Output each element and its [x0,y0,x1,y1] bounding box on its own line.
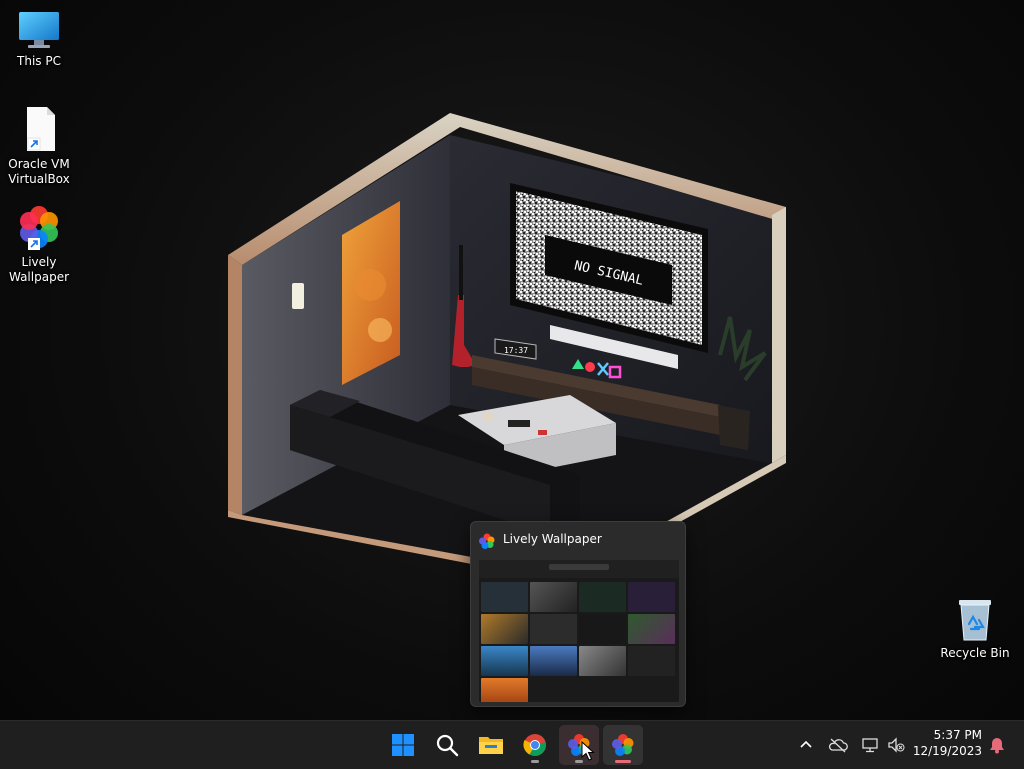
desktop-icon-lively-wallpaper[interactable]: Lively Wallpaper [3,205,75,285]
search-button[interactable] [427,725,467,765]
show-hidden-icons-button[interactable] [794,733,818,757]
taskbar [0,720,1024,769]
lively-wallpaper-icon [479,533,495,549]
clock-date: 12/19/2023 [912,744,982,758]
lively-wallpaper-taskbar-button[interactable] [559,725,599,765]
network-button[interactable] [858,733,882,757]
wallpaper-room-illustration: NO SIGNAL 17:37 [228,113,786,575]
taskbar-clock[interactable]: 5:37 PM 12/19/2023 [912,727,982,759]
clock-time: 5:37 PM [933,728,982,742]
shortcut-file-icon [27,107,55,151]
running-indicator [531,760,539,763]
volume-button[interactable] [884,733,908,757]
onedrive-icon [828,738,848,753]
desktop-icon-label: Recycle Bin [940,646,1010,660]
lively-wallpaper-icon [612,734,634,756]
start-button[interactable] [383,725,423,765]
desktop-icon-label: This PC [17,54,61,68]
file-explorer-icon [479,737,503,754]
chrome-button[interactable] [515,725,555,765]
chrome-icon [523,734,546,756]
preview-window-screenshot[interactable] [479,560,679,702]
notification-bell-icon [990,738,1004,754]
start-icon [392,734,414,756]
lively-wallpaper-icon [20,206,58,250]
onedrive-button[interactable] [826,733,850,757]
active-indicator [615,760,631,763]
desktop-icon-label: Oracle VM VirtualBox [8,157,70,186]
mouse-cursor-icon [581,741,595,761]
desktop[interactable]: This PC Oracle VM VirtualBox Lively Wall… [0,0,1024,720]
taskbar-thumbnail-preview[interactable]: Lively Wallpaper [470,521,686,707]
desktop-icon-label: Lively Wallpaper [8,255,70,284]
network-icon [862,738,878,753]
digital-clock-text: 17:37 [504,346,528,355]
preview-window-title: Lively Wallpaper [503,532,602,546]
volume-muted-icon [888,737,905,753]
lively-wallpaper-taskbar-button-active[interactable] [603,725,643,765]
notifications-button[interactable] [985,733,1009,757]
desktop-icon-recycle-bin[interactable]: Recycle Bin [939,596,1011,661]
recycle-bin-icon [959,600,991,641]
chevron-up-icon [800,740,812,748]
monitor-icon [19,12,59,48]
desktop-icon-this-pc[interactable]: This PC [3,10,75,69]
file-explorer-button[interactable] [471,725,511,765]
search-icon [436,734,459,757]
desktop-icon-virtualbox[interactable]: Oracle VM VirtualBox [3,105,75,187]
